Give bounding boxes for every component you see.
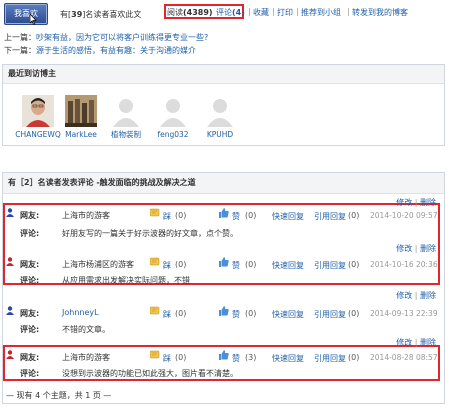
like-button[interactable]: 赞	[232, 353, 240, 364]
visitor-name[interactable]: 植物装制	[102, 130, 150, 139]
delete-link[interactable]: 删除	[420, 338, 436, 347]
comment-link[interactable]: 评论(4)	[216, 7, 245, 18]
comment-text: 不错的文章。	[62, 325, 110, 334]
thumbs-up-icon[interactable]	[218, 350, 229, 360]
delete-link[interactable]: 删除	[420, 198, 436, 207]
dislike-icon[interactable]	[150, 306, 161, 316]
visitor-name[interactable]: CHANGEWQ	[14, 130, 62, 139]
visitor-name[interactable]: feng032	[149, 130, 197, 139]
quick-reply-link[interactable]: 快速回复	[272, 309, 304, 320]
thumbs-up-icon[interactable]	[218, 306, 229, 316]
comment-text: 好朋友写的一篇关于好示波器的好文章，点个赞。	[62, 229, 238, 238]
thumbs-up-icon[interactable]	[218, 257, 229, 267]
like-button[interactable]: 赞	[232, 260, 240, 271]
default-avatar-icon[interactable]	[110, 95, 142, 127]
edit-link[interactable]: 修改	[396, 291, 412, 300]
recent-visitors-title: 最近到访博主	[3, 65, 444, 84]
visitor-item[interactable]: MarkLee	[57, 95, 105, 139]
recommend-group-link[interactable]: 推荐到小组	[301, 7, 341, 18]
user-icon	[6, 350, 14, 359]
favorite-link[interactable]: 收藏	[253, 7, 269, 18]
prev-article: 上一篇：吵架有益，因为它可以将客户训练得更专业一些?	[4, 33, 209, 42]
user-icon	[6, 257, 14, 266]
dislike-button[interactable]: 踩	[163, 211, 171, 222]
forward-blog-link[interactable]: 转发到我的博客	[352, 7, 408, 18]
next-article: 下一篇：源于生活的感悟，有益有趣：关于沟通的媒介	[4, 46, 196, 55]
quick-reply-link[interactable]: 快速回复	[272, 353, 304, 364]
visitor-item[interactable]: feng032	[149, 95, 197, 139]
visitor-name[interactable]: KPUHD	[196, 130, 244, 139]
quote-reply-link[interactable]: 引用回复	[314, 309, 346, 320]
comment-text: 没想到示波器的功能已如此强大，图片看不清楚。	[62, 369, 238, 378]
visitor-item[interactable]: KPUHD	[196, 95, 244, 139]
liked-readers-text: 有[39]名读者喜欢此文	[60, 10, 142, 19]
pagination-summary: — 现有 4 个主题，共 1 页 —	[6, 391, 112, 400]
prev-article-link[interactable]: 吵架有益，因为它可以将客户训练得更专业一些?	[36, 33, 208, 42]
read-count: 阅读(4389)	[167, 8, 213, 17]
visitor-name[interactable]: MarkLee	[57, 130, 105, 139]
default-avatar-icon[interactable]	[204, 95, 236, 127]
comment-user[interactable]: JohnneyL	[62, 308, 99, 317]
liked-count: 39	[71, 10, 83, 19]
dislike-icon[interactable]	[150, 257, 161, 267]
default-avatar-icon[interactable]	[157, 95, 189, 127]
user-icon	[6, 208, 14, 217]
print-link[interactable]: 打印	[277, 7, 293, 18]
comment-admin-links: 修改 | 删除	[396, 244, 436, 253]
dislike-icon[interactable]	[150, 350, 161, 360]
edit-link[interactable]: 修改	[396, 338, 412, 347]
user-icon	[6, 306, 14, 315]
thumbs-up-icon[interactable]	[218, 208, 229, 218]
visitor-item[interactable]: CHANGEWQ	[14, 95, 62, 139]
comment-text: 从应用需求出发解决实际问题，不错	[62, 276, 190, 285]
like-button[interactable]: 我喜欢	[4, 3, 48, 25]
quick-reply-link[interactable]: 快速回复	[272, 260, 304, 271]
comment-admin-links: 修改 | 删除	[396, 338, 436, 347]
quote-reply-link[interactable]: 引用回复	[314, 353, 346, 364]
comment-user[interactable]: 上海市的游客	[62, 210, 110, 221]
quote-reply-link[interactable]: 引用回复	[314, 260, 346, 271]
quick-reply-link[interactable]: 快速回复	[272, 211, 304, 222]
dislike-button[interactable]: 踩	[163, 353, 171, 364]
cursor-icon	[30, 14, 37, 25]
comment-admin-links: 修改 | 删除	[396, 198, 436, 207]
dislike-button[interactable]: 踩	[163, 309, 171, 320]
comment-admin-links: 修改 | 删除	[396, 291, 436, 300]
delete-link[interactable]: 删除	[420, 291, 436, 300]
quote-reply-link[interactable]: 引用回复	[314, 211, 346, 222]
visitor-avatar[interactable]	[65, 95, 97, 127]
edit-link[interactable]: 修改	[396, 198, 412, 207]
comment-user[interactable]: 上海市杨浦区的游客	[62, 259, 134, 270]
delete-link[interactable]: 删除	[420, 244, 436, 253]
edit-link[interactable]: 修改	[396, 244, 412, 253]
visitor-item[interactable]: 植物装制	[102, 95, 150, 139]
dislike-button[interactable]: 踩	[163, 260, 171, 271]
like-button[interactable]: 赞	[232, 211, 240, 222]
comment-user[interactable]: 上海市的游客	[62, 352, 110, 363]
comments-header: 有［2］名读者发表评论 -触发面临的挑战及解决之道	[3, 173, 444, 194]
like-button[interactable]: 赞	[232, 309, 240, 320]
visitor-avatar[interactable]	[22, 95, 54, 127]
dislike-icon[interactable]	[150, 208, 161, 218]
next-article-link[interactable]: 源于生活的感悟，有益有趣：关于沟通的媒介	[36, 46, 196, 55]
